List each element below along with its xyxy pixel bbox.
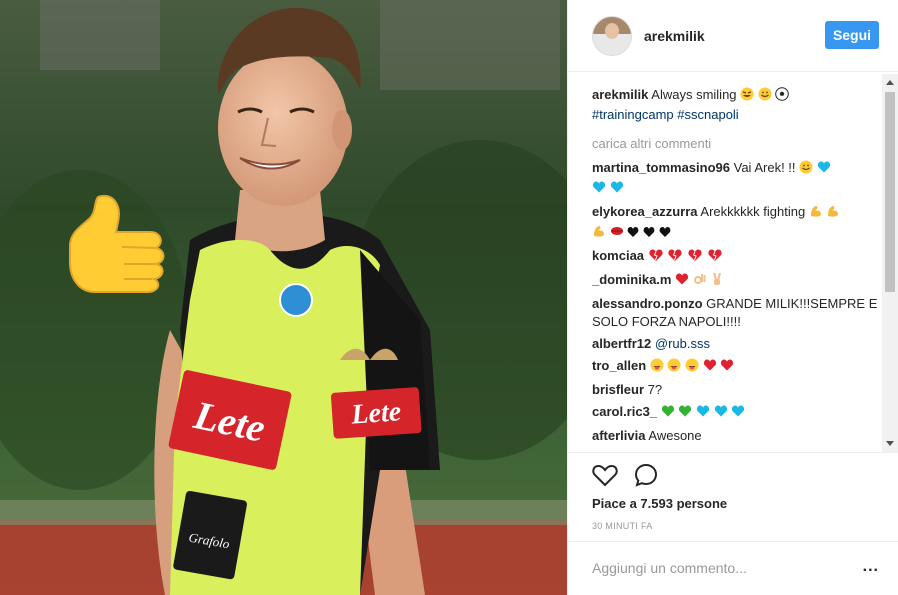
tongue-emoji-icon <box>650 358 664 377</box>
laughing-emoji-icon <box>740 87 754 106</box>
comment-item: afterlivia Awesone <box>592 427 882 445</box>
add-comment-section: ... <box>568 541 898 595</box>
ok-hand-icon <box>693 272 707 291</box>
comment-username[interactable]: komciaa <box>592 248 644 263</box>
comment-item: komciaa <box>592 247 882 267</box>
comment-username[interactable]: elykorea_azzurra <box>592 204 698 219</box>
post-photo[interactable]: Lete Lete Grafolo <box>0 0 567 595</box>
blue-heart-icon <box>610 180 624 199</box>
shirt-sponsor-logo: Lete <box>330 387 422 439</box>
flexed-biceps-icon <box>592 224 606 243</box>
comment-item: brisfleur 7? <box>592 381 882 399</box>
comment-mention[interactable]: @rub.sss <box>655 336 710 351</box>
red-heart-icon <box>703 358 717 377</box>
kiss-mark-icon <box>610 224 624 243</box>
blue-heart-icon <box>817 160 831 179</box>
scroll-up-arrow-icon[interactable] <box>886 80 894 85</box>
flexed-biceps-icon <box>809 204 823 223</box>
red-heart-icon <box>675 272 689 291</box>
comment-text: Arekkkkkk fighting <box>700 204 806 219</box>
comment-username[interactable]: alessandro.ponzo <box>592 296 703 311</box>
comment-username[interactable]: carol.ric3_ <box>592 404 657 419</box>
green-heart-icon <box>661 404 675 423</box>
caption-text: Always smiling <box>651 87 737 102</box>
black-heart-icon <box>627 225 639 243</box>
comment-item: albertfr12 @rub.sss <box>592 335 882 353</box>
blue-heart-icon <box>696 404 710 423</box>
scroll-down-arrow-icon[interactable] <box>886 441 894 446</box>
post-header: arekmilik Segui <box>568 0 898 72</box>
comment-text: Awesone <box>648 428 702 443</box>
photo-canvas: Lete Lete Grafolo <box>0 0 567 595</box>
comment-item: carol.ric3_ <box>592 403 882 423</box>
comment-item: alessandro.ponzo GRANDE MILIK!!!SEMPRE E… <box>592 295 882 331</box>
broken-heart-icon <box>707 248 723 267</box>
scrollbar-thumb[interactable] <box>885 92 895 292</box>
comments-list: arekmilik Always smiling #trainingcamp #… <box>592 86 882 452</box>
add-comment-input[interactable] <box>592 560 842 576</box>
broken-heart-icon <box>687 248 703 267</box>
more-options-button[interactable]: ... <box>863 559 879 575</box>
victory-hand-icon <box>710 272 724 291</box>
tongue-emoji-icon <box>685 358 699 377</box>
blue-heart-icon <box>731 404 745 423</box>
header-username[interactable]: arekmilik <box>644 28 705 44</box>
caption: arekmilik Always smiling #trainingcamp #… <box>592 86 882 124</box>
post-timestamp: 30 MINUTI FA <box>592 521 653 531</box>
black-heart-icon <box>659 225 671 243</box>
comment-username[interactable]: _dominika.m <box>592 272 671 287</box>
flexed-biceps-icon <box>826 204 840 223</box>
comment-item: tro_allen <box>592 357 882 377</box>
blue-heart-icon <box>714 404 728 423</box>
broken-heart-icon <box>667 248 683 267</box>
caption-username[interactable]: arekmilik <box>592 87 648 102</box>
load-more-comments-link[interactable]: carica altri commenti <box>592 136 882 151</box>
comment-username[interactable]: martina_tommasino96 <box>592 160 730 175</box>
comment-username[interactable]: albertfr12 <box>592 336 651 351</box>
broken-heart-icon <box>648 248 664 267</box>
blue-heart-icon <box>592 180 606 199</box>
comment-username[interactable]: afterlivia <box>592 428 645 443</box>
like-heart-icon[interactable] <box>592 463 618 492</box>
shirt-sponsor-text: Lete <box>349 396 402 430</box>
smile-emoji-icon <box>758 87 772 106</box>
likes-count[interactable]: Piace a 7.593 persone <box>592 496 727 511</box>
avatar[interactable] <box>592 15 632 56</box>
comment-username[interactable]: brisfleur <box>592 382 644 397</box>
caption-hashtags[interactable]: #trainingcamp #sscnapoli <box>592 107 739 122</box>
comment-text: Vai Arek! !! <box>733 160 796 175</box>
instagram-post-view: Lete Lete Grafolo arekmilik Segui arekmi… <box>0 0 898 595</box>
comments-scrollbar[interactable] <box>882 74 898 452</box>
comment-text: 7? <box>647 382 663 397</box>
post-side-panel: arekmilik Segui arekmilik Always smiling… <box>567 0 898 595</box>
comment-item: _dominika.m <box>592 271 882 291</box>
black-heart-icon <box>643 225 655 243</box>
comment-username[interactable]: tro_allen <box>592 358 646 373</box>
soccer-ball-icon <box>775 87 790 106</box>
red-heart-icon <box>720 358 734 377</box>
green-heart-icon <box>678 404 692 423</box>
tongue-emoji-icon <box>667 358 681 377</box>
follow-button[interactable]: Segui <box>825 21 879 49</box>
comment-item: elykorea_azzurra Arekkkkkk fighting <box>592 203 882 243</box>
comment-item: martina_tommasino96 Vai Arek! !! <box>592 159 882 199</box>
comment-bubble-icon[interactable] <box>634 463 658 492</box>
smile-emoji-icon <box>799 160 813 179</box>
post-actions <box>568 452 898 492</box>
